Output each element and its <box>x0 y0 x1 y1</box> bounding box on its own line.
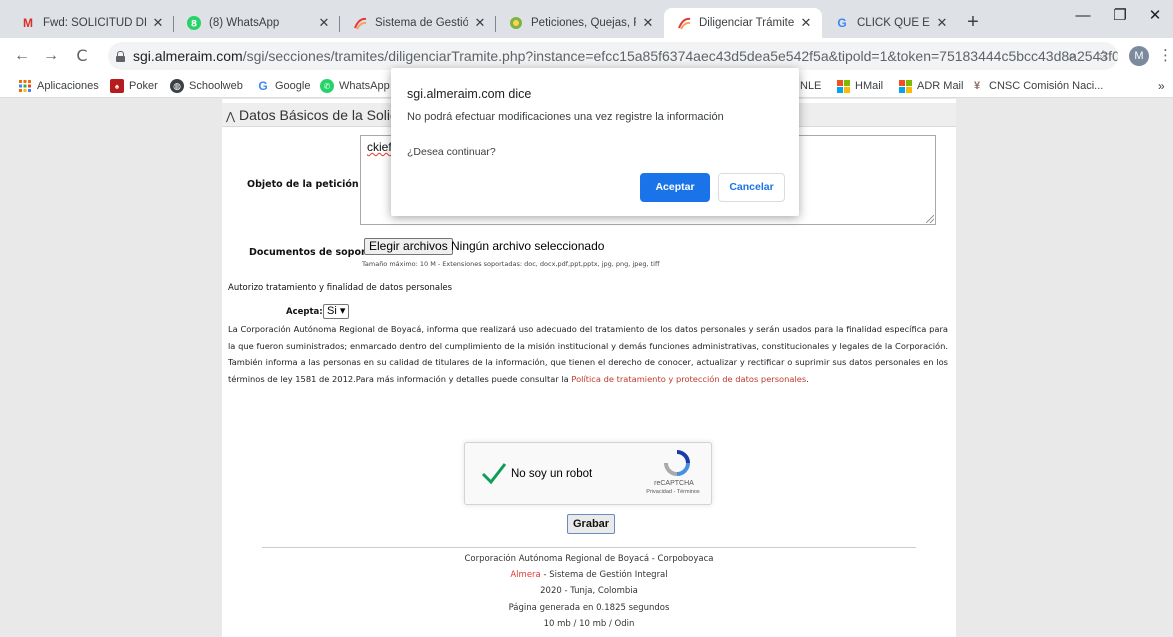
whatsapp-icon: ✆ <box>320 79 334 93</box>
google-icon: G <box>837 16 847 30</box>
url-host: sgi.almeraim.com <box>133 48 243 64</box>
menu-icon[interactable]: ⋮ <box>1158 46 1173 66</box>
privacy-policy-link[interactable]: Política de tratamiento y protección de … <box>571 374 806 384</box>
documentos-label: Documentos de soporte <box>249 247 377 258</box>
tab-whatsapp[interactable]: 8 (8) WhatsApp ✕ <box>174 8 340 38</box>
objeto-label: Objeto de la petición <box>247 179 359 190</box>
globe-icon: ◍ <box>170 79 184 93</box>
bookmark-label: CNSC Comisión Naci... <box>989 80 1104 92</box>
close-window-button[interactable]: ✕ <box>1138 5 1172 27</box>
almera-icon <box>676 15 692 31</box>
microsoft-icon <box>898 79 912 93</box>
bookmark-whatsapp[interactable]: ✆ WhatsApp <box>320 78 390 94</box>
bookmark-label: Schoolweb <box>189 80 243 92</box>
bookmark-adr-mail[interactable]: ADR Mail <box>898 78 963 94</box>
bookmark-hmail[interactable]: HMail <box>836 78 883 94</box>
zoom-icon[interactable]: ⌕ <box>1063 46 1081 64</box>
new-tab-button[interactable]: + <box>963 12 983 33</box>
bookmark-label: NLE <box>800 80 822 92</box>
dialog-message: No podrá efectuar modificaciones una vez… <box>407 111 724 123</box>
autorizo-text: Autorizo tratamiento y finalidad de dato… <box>228 283 453 293</box>
star-icon[interactable]: ☆ <box>1094 46 1112 64</box>
forward-button[interactable]: → <box>41 46 61 66</box>
checkmark-icon[interactable] <box>481 459 507 487</box>
tab-title: Diligenciar Trámite - Alr <box>699 17 794 29</box>
confirm-dialog: sgi.almeraim.com dice No podrá efectuar … <box>391 68 799 216</box>
url-path: /sgi/secciones/tramites/diligenciarTrami… <box>242 48 1118 64</box>
almera-link[interactable]: Almera <box>510 570 540 580</box>
bookmark-aplicaciones[interactable]: Aplicaciones <box>18 78 99 94</box>
save-button[interactable]: Grabar <box>567 514 616 534</box>
google-icon: G <box>258 79 268 93</box>
resize-grip-icon[interactable] <box>926 215 934 223</box>
bookmark-poker[interactable]: ♠ Poker <box>110 78 158 94</box>
bookmark-label: HMail <box>855 80 884 92</box>
tab-sgi[interactable]: Sistema de Gestión Inte ✕ <box>340 8 496 38</box>
recaptcha-label: No soy un robot <box>511 468 593 480</box>
bookmark-cnsc[interactable]: ¥ CNSC Comisión Naci... <box>970 78 1103 94</box>
acepta-select[interactable]: Si ▾ <box>323 304 350 319</box>
tab-title: Peticiones, Quejas, Recl <box>531 17 636 29</box>
tab-google-search[interactable]: G CLICK QUE ES - Buscar ✕ <box>822 8 958 38</box>
tab-gmail[interactable]: M Fwd: SOLICITUD DE INF ✕ <box>8 8 174 38</box>
bookmark-label: Google <box>275 80 311 92</box>
chevron-up-icon: ⋀ <box>226 111 236 123</box>
bookmark-google[interactable]: G Google <box>256 78 310 94</box>
bookmark-label: WhatsApp <box>339 80 390 92</box>
dialog-question: ¿Desea continuar? <box>407 146 496 158</box>
bookmark-label: ADR Mail <box>917 80 964 92</box>
maximize-button[interactable]: ❐ <box>1100 5 1140 27</box>
tab-title: CLICK QUE ES - Buscar <box>857 17 930 29</box>
bookmark-label: Poker <box>129 80 158 92</box>
close-icon[interactable]: ✕ <box>640 15 656 31</box>
minimize-button[interactable]: — <box>1063 5 1103 27</box>
back-button[interactable]: ← <box>12 46 32 66</box>
close-icon[interactable]: ✕ <box>150 15 166 31</box>
choose-files-button[interactable]: Elegir archivos <box>364 238 453 255</box>
gmail-icon: M <box>23 16 33 30</box>
close-icon[interactable]: ✕ <box>472 15 488 31</box>
reload-button[interactable]: C <box>72 46 92 66</box>
cnsc-icon: ¥ <box>973 80 981 92</box>
recaptcha-brand: reCAPTCHA <box>654 480 694 487</box>
bookmarks-overflow-button[interactable]: » <box>1158 78 1165 94</box>
page-footer: Corporación Autónoma Regional de Boyacá … <box>464 554 714 629</box>
close-icon[interactable]: ✕ <box>316 15 332 31</box>
file-status: Ningún archivo seleccionado <box>451 239 605 253</box>
tab-peticiones[interactable]: Peticiones, Quejas, Recl ✕ <box>496 8 664 38</box>
tab-title: Fwd: SOLICITUD DE INF <box>43 17 146 29</box>
corpoboyaca-icon <box>508 15 524 31</box>
microsoft-icon <box>836 79 850 93</box>
accept-button[interactable]: Aceptar <box>640 173 710 202</box>
tab-title: (8) WhatsApp <box>209 17 280 29</box>
bookmark-nle[interactable]: NLE <box>800 78 821 94</box>
dialog-title: sgi.almeraim.com dice <box>407 87 532 101</box>
recaptcha-logo-icon <box>664 450 690 476</box>
avatar[interactable]: M <box>1129 46 1149 66</box>
svg-text:8: 8 <box>191 20 197 30</box>
almera-icon <box>352 15 368 31</box>
recaptcha-widget[interactable]: No soy un robot reCAPTCHA Privacidad - T… <box>464 442 712 505</box>
footer-divider <box>262 547 916 548</box>
bookmark-schoolweb[interactable]: ◍ Schoolweb <box>170 78 243 94</box>
close-icon[interactable]: ✕ <box>798 15 814 31</box>
recaptcha-links[interactable]: Privacidad - Términos <box>637 489 709 495</box>
tab-strip: M Fwd: SOLICITUD DE INF ✕ 8 (8) WhatsApp… <box>0 0 1173 38</box>
whatsapp-icon: 8 <box>186 15 202 31</box>
apps-grid-icon <box>18 79 32 93</box>
lock-icon <box>116 50 125 62</box>
file-hint: Tamaño máximo: 10 M - Extensiones soport… <box>362 260 660 268</box>
tab-diligenciar[interactable]: Diligenciar Trámite - Alr ✕ <box>664 8 822 38</box>
poker-icon: ♠ <box>110 79 124 93</box>
bookmark-label: Aplicaciones <box>37 80 99 92</box>
legal-notice: La Corporación Autónoma Regional de Boya… <box>228 324 948 385</box>
close-icon[interactable]: ✕ <box>934 15 950 31</box>
cancel-button[interactable]: Cancelar <box>718 173 785 202</box>
tab-title: Sistema de Gestión Inte <box>375 17 468 29</box>
address-bar[interactable]: sgi.almeraim.com/sgi/secciones/tramites/… <box>108 42 1118 70</box>
